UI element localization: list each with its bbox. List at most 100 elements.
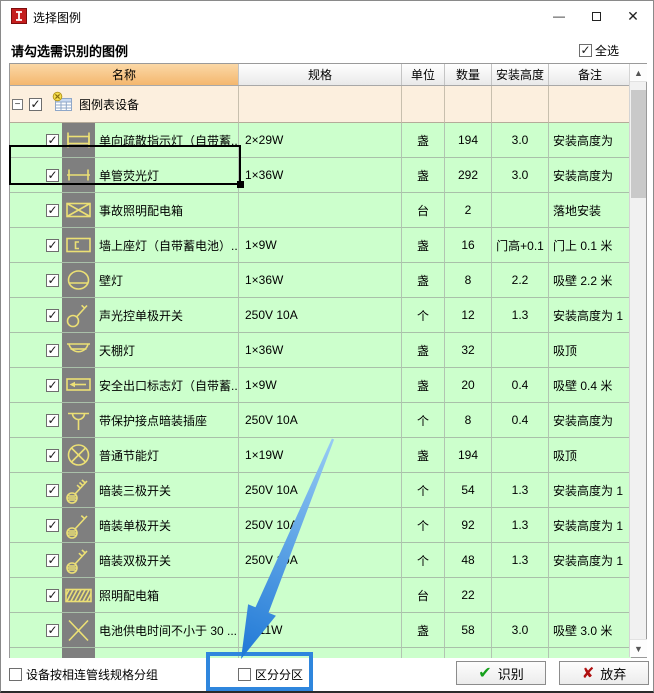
row-checkbox[interactable]: ✓ (46, 204, 59, 217)
select-all-checkbox[interactable]: ✓ (579, 44, 592, 57)
unit-cell: 盏 (402, 123, 445, 158)
group-by-pipe-spec-checkbox[interactable] (9, 668, 22, 681)
column-header-name[interactable]: 名称 (10, 64, 239, 85)
table-row[interactable]: ✓ 电池供电时间不小于 30 ... 1×11W 盏 58 3.0 吸壁 3.0… (10, 613, 631, 648)
table-row[interactable]: ✓ 壁灯 1×36W 盏 8 2.2 吸壁 2.2 米 (10, 263, 631, 298)
qty-cell: 194 (445, 438, 492, 473)
name-cell[interactable]: ✓ 安全出口标志灯（自带蓄... (10, 368, 239, 403)
close-button[interactable]: ✕ (613, 1, 653, 31)
table-row[interactable]: ✓ 暗装单极开关 250V 10A 个 92 1.3 安装高度为 1 (10, 508, 631, 543)
spec-cell: 1×19W (239, 438, 402, 473)
name-cell[interactable]: ✓ 暗装双极开关 (10, 543, 239, 578)
check-icon: ✔ (478, 663, 491, 683)
maximize-button[interactable] (576, 1, 616, 31)
qty-cell: 292 (445, 158, 492, 193)
name-cell[interactable]: ✓ 普通节能灯 (10, 438, 239, 473)
table-row[interactable]: ✓ 事故照明配电箱 台 2 落地安装 (10, 193, 631, 228)
unit-cell: 盏 (402, 368, 445, 403)
x-icon: ✘ (582, 664, 595, 682)
row-checkbox[interactable]: ✓ (46, 239, 59, 252)
name-cell[interactable]: ✓ 带保护接点暗装插座 (10, 403, 239, 438)
table-row[interactable]: ✓ 声光控单极开关 250V 10A 个 12 1.3 安装高度为 1 (10, 298, 631, 333)
note-cell: 吸顶 (549, 333, 631, 368)
group-name-cell[interactable]: − ✓ 图例表设备 (10, 86, 239, 123)
column-header-height[interactable]: 安装高度 (492, 64, 549, 85)
exit-sign-icon (62, 368, 95, 402)
name-cell[interactable]: ✓ 单向疏散指示灯（自带蓄... (10, 123, 239, 158)
column-header-note[interactable]: 备注 (549, 64, 631, 85)
scroll-thumb[interactable] (631, 90, 646, 198)
note-cell: 安装高度为 1 (549, 298, 631, 333)
group-row[interactable]: − ✓ 图例表设备 (10, 86, 631, 123)
note-cell: 吸壁 2.2 米 (549, 263, 631, 298)
name-cell[interactable]: ✓ 事故照明配电箱 (10, 193, 239, 228)
row-checkbox[interactable]: ✓ (46, 554, 59, 567)
table-row[interactable]: ✓ 带保护接点暗装插座 250V 10A 个 8 0.4 安装高度为 (10, 403, 631, 438)
table-row[interactable]: ✓ 暗装三极开关 250V 10A 个 54 1.3 安装高度为 1 (10, 473, 631, 508)
minimize-button[interactable]: — (539, 1, 579, 31)
abandon-button[interactable]: ✘ 放弃 (559, 661, 649, 685)
select-all-control[interactable]: ✓ 全选 (579, 42, 619, 59)
name-cell[interactable]: ✓ 照明配电箱 (10, 578, 239, 613)
name-cell[interactable]: ✓ 电池供电时间不小于 30 ... (10, 613, 239, 648)
name-cell[interactable]: ✓ 单管荧光灯 (10, 158, 239, 193)
table-row-partial (10, 648, 631, 658)
row-name-label: 安全出口标志灯（自带蓄... (99, 377, 238, 394)
row-checkbox[interactable]: ✓ (46, 274, 59, 287)
name-cell[interactable]: ✓ 墙上座灯（自带蓄电池）... (10, 228, 239, 263)
row-checkbox[interactable]: ✓ (46, 414, 59, 427)
row-checkbox[interactable]: ✓ (46, 169, 59, 182)
group-checkbox[interactable]: ✓ (29, 98, 42, 111)
name-cell[interactable]: ✓ 壁灯 (10, 263, 239, 298)
row-checkbox[interactable]: ✓ (46, 134, 59, 147)
note-cell: 安装高度为 1 (549, 473, 631, 508)
row-checkbox[interactable]: ✓ (46, 344, 59, 357)
table-row[interactable]: ✓ 普通节能灯 1×19W 盏 194 吸顶 (10, 438, 631, 473)
table-row[interactable]: ✓ 安全出口标志灯（自带蓄... 1×9W 盏 20 0.4 吸壁 0.4 米 (10, 368, 631, 403)
note-cell: 安装高度为 1 (549, 508, 631, 543)
table-row[interactable]: ✓ 暗装双极开关 250V 10A 个 48 1.3 安装高度为 1 (10, 543, 631, 578)
titlebar: 选择图例 — ✕ (1, 1, 653, 31)
column-header-spec[interactable]: 规格 (239, 64, 402, 85)
table-row[interactable]: ✓ 单向疏散指示灯（自带蓄... 2×29W 盏 194 3.0 安装高度为 (10, 123, 631, 158)
row-checkbox[interactable]: ✓ (46, 624, 59, 637)
app-icon (11, 8, 27, 24)
table-row[interactable]: ✓ 单管荧光灯 1×36W 盏 292 3.0 安装高度为 (10, 158, 631, 193)
column-header-unit[interactable]: 单位 (402, 64, 445, 85)
vertical-scrollbar[interactable]: ▲ ▼ (629, 64, 646, 657)
zone-control[interactable]: 区分分区 (238, 666, 303, 683)
column-header-qty[interactable]: 数量 (445, 64, 492, 85)
collapse-toggle-icon[interactable]: − (12, 99, 23, 110)
note-cell: 门上 0.1 米 (549, 228, 631, 263)
table-row[interactable]: ✓ 天棚灯 1×36W 盏 32 吸顶 (10, 333, 631, 368)
table-row[interactable]: ✓ 墙上座灯（自带蓄电池）... 1×9W 盏 16 门高+0.1 门上 0.1… (10, 228, 631, 263)
row-checkbox[interactable]: ✓ (46, 589, 59, 602)
zone-checkbox[interactable] (238, 668, 251, 681)
row-checkbox[interactable]: ✓ (46, 484, 59, 497)
footer-bar: 设备按相连管线规格分组 区分分区 ✔ 识别 ✘ 放弃 (1, 658, 654, 692)
unit-cell: 个 (402, 473, 445, 508)
group-by-pipe-spec-control[interactable]: 设备按相连管线规格分组 (9, 666, 158, 683)
spec-cell: 1×36W (239, 263, 402, 298)
name-cell[interactable]: ✓ 暗装单极开关 (10, 508, 239, 543)
name-cell[interactable]: ✓ 天棚灯 (10, 333, 239, 368)
row-name-label: 照明配电箱 (99, 587, 159, 604)
row-checkbox[interactable]: ✓ (46, 379, 59, 392)
scroll-up-button[interactable]: ▲ (630, 64, 647, 82)
name-cell[interactable]: ✓ 声光控单极开关 (10, 298, 239, 333)
box-x-icon (62, 193, 95, 227)
row-checkbox[interactable]: ✓ (46, 309, 59, 322)
row-checkbox[interactable]: ✓ (46, 519, 59, 532)
spec-cell: 250V 10A (239, 298, 402, 333)
scroll-down-button[interactable]: ▼ (630, 639, 647, 657)
row-checkbox[interactable]: ✓ (46, 449, 59, 462)
name-cell[interactable]: ✓ 暗装三极开关 (10, 473, 239, 508)
height-cell (492, 333, 549, 368)
sconce-icon (62, 263, 95, 297)
height-cell: 3.0 (492, 158, 549, 193)
row-name-label: 声光控单极开关 (99, 307, 183, 324)
row-name-label: 带保护接点暗装插座 (99, 412, 207, 429)
qty-cell: 12 (445, 298, 492, 333)
table-row[interactable]: ✓ 照明配电箱 台 22 (10, 578, 631, 613)
recognize-button[interactable]: ✔ 识别 (456, 661, 546, 685)
